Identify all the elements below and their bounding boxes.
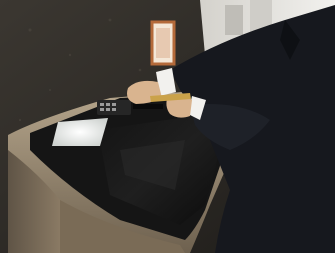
keypad bbox=[97, 100, 131, 115]
card-slot bbox=[133, 104, 163, 109]
kiosk-photo bbox=[0, 0, 335, 253]
kiosk-display bbox=[52, 118, 108, 146]
sign-face bbox=[156, 28, 170, 58]
background-panel bbox=[225, 5, 243, 35]
photo-illustration bbox=[0, 0, 335, 253]
